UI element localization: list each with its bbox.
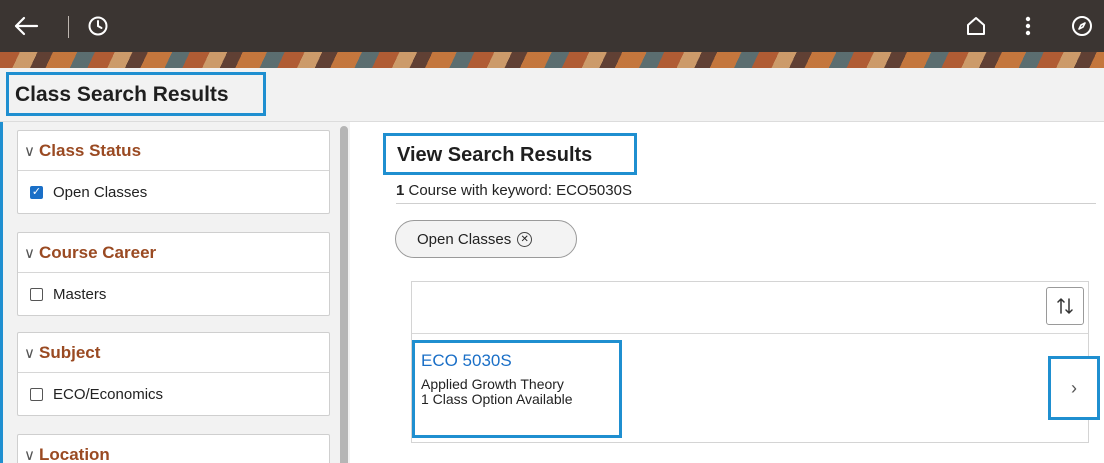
filter-group-location: ∨ Location (17, 434, 330, 463)
top-nav-bar (0, 0, 1104, 68)
sort-arrows-icon (1057, 298, 1073, 314)
remove-circle-icon[interactable]: ✕ (517, 231, 533, 247)
filter-header-location[interactable]: ∨ Location (18, 435, 329, 463)
checkbox-icon[interactable] (30, 387, 43, 401)
checkbox-checked-icon[interactable]: ✓ (30, 185, 43, 199)
filter-option-open-classes[interactable]: ✓ Open Classes (18, 171, 329, 213)
filter-group-class-status: ∨ Class Status ✓ Open Classes (17, 130, 330, 214)
results-heading: View Search Results (383, 133, 637, 175)
more-vertical-icon[interactable] (1010, 8, 1046, 44)
filter-option-label: Masters (53, 285, 107, 303)
filter-option-label: ECO/Economics (53, 385, 164, 403)
filter-header-label: Location (38, 445, 110, 463)
filter-option-masters[interactable]: Masters (18, 273, 329, 315)
filter-chip-label: Open Classes (417, 230, 512, 248)
results-summary: 1 Course with keyword: ECO5030S (396, 182, 1096, 204)
chevron-down-icon: ∨ (24, 244, 35, 262)
compass-icon[interactable] (1064, 8, 1100, 44)
topbar-divider (68, 16, 69, 38)
chevron-down-icon: ∨ (24, 344, 35, 362)
filter-panel-scrollbar[interactable] (340, 126, 348, 463)
results-summary-text: Course with keyword: ECO5030S (404, 182, 632, 199)
clock-icon[interactable] (80, 8, 116, 44)
filter-header-course-career[interactable]: ∨ Course Career (18, 233, 329, 273)
chevron-down-icon: ∨ (24, 447, 35, 463)
filter-header-label: Subject (38, 342, 101, 362)
checkbox-icon[interactable] (30, 287, 43, 301)
filter-panel: ∨ Class Status ✓ Open Classes ∨ Course C… (0, 122, 350, 463)
filter-header-subject[interactable]: ∨ Subject (18, 333, 329, 373)
results-toolbar (412, 282, 1088, 334)
filter-group-subject: ∨ Subject ECO/Economics (17, 332, 330, 416)
filter-header-class-status[interactable]: ∨ Class Status (18, 131, 329, 171)
course-code-link[interactable]: ECO 5030S (421, 351, 619, 371)
home-icon[interactable] (958, 8, 994, 44)
back-arrow-icon[interactable] (8, 8, 44, 44)
filter-option-eco-economics[interactable]: ECO/Economics (18, 373, 329, 415)
course-options-available: 1 Class Option Available (421, 391, 573, 407)
results-list: ECO 5030S Applied Growth Theory 1 Class … (411, 281, 1100, 443)
chevron-down-icon: ∨ (24, 142, 35, 160)
app-frame: Class Search Results ∨ Class Status ✓ Op… (0, 0, 1104, 463)
course-result-item[interactable]: ECO 5030S Applied Growth Theory 1 Class … (412, 340, 622, 438)
filter-option-label: Open Classes (53, 183, 148, 201)
filter-group-course-career: ∨ Course Career Masters (17, 232, 330, 316)
top-nav-background (0, 0, 1104, 54)
page-title: Class Search Results (6, 72, 266, 116)
sort-button[interactable] (1046, 287, 1084, 325)
course-title: Applied Growth Theory (421, 376, 564, 392)
filter-header-label: Course Career (38, 242, 157, 262)
filter-chip-open-classes[interactable]: Open Classes ✕ (395, 220, 577, 258)
decorative-banner (0, 52, 1104, 68)
chevron-right-icon[interactable]: › (1048, 356, 1100, 420)
filter-header-label: Class Status (38, 140, 142, 160)
title-bar: Class Search Results (0, 68, 1104, 122)
